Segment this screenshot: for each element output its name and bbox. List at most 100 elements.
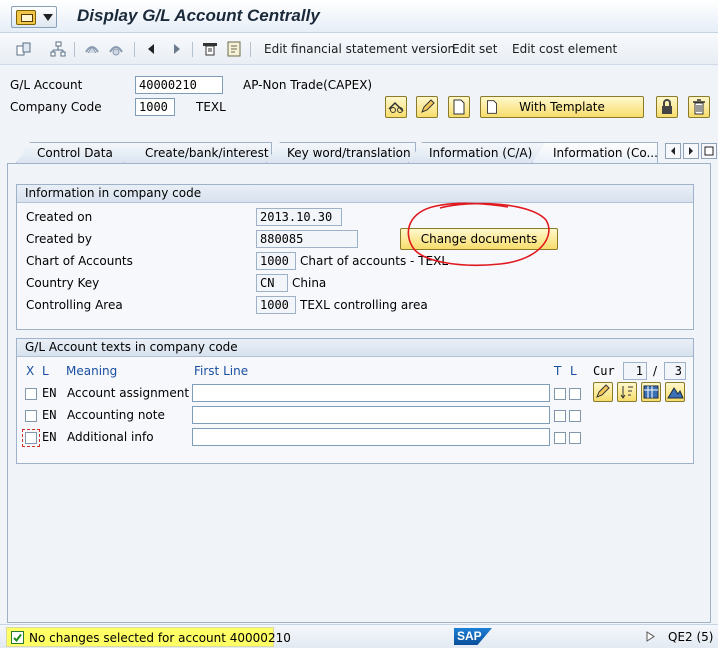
tab-create-bank-interest[interactable]: Create/bank/interest: [124, 142, 272, 163]
tab-label: Key word/translation: [287, 146, 411, 160]
row-first-line-field[interactable]: [192, 428, 550, 446]
edit-cost-element-button[interactable]: Edit cost element: [512, 42, 617, 56]
edit-set-button[interactable]: Edit set: [452, 42, 497, 56]
toolbar-separator: [250, 42, 251, 57]
row-select-checkbox[interactable]: [25, 388, 37, 400]
gl-account-description: AP-Non Trade(CAPEX): [243, 78, 373, 92]
row-t-checkbox[interactable]: [554, 388, 566, 400]
tab-list-icon: [704, 146, 714, 156]
column-first-line-header: First Line: [194, 364, 249, 378]
gl-account-field[interactable]: 40000210: [135, 76, 223, 94]
title-bar: Display G/L Account Centrally: [0, 0, 718, 33]
with-template-button[interactable]: With Template: [480, 96, 644, 118]
sort-icon: [620, 386, 633, 399]
row-language: EN: [42, 408, 57, 422]
row-l-checkbox[interactable]: [569, 388, 581, 400]
column-x-header: X: [26, 364, 35, 378]
row-first-line-field[interactable]: [192, 384, 550, 402]
glasses-icon: [388, 101, 404, 113]
annotation-circle: [407, 202, 550, 266]
document-icon[interactable]: [226, 41, 242, 57]
tab-list-button[interactable]: [701, 143, 717, 159]
company-code-field[interactable]: 1000: [135, 98, 175, 116]
block-button[interactable]: [656, 96, 678, 118]
row-first-line-field[interactable]: [192, 406, 550, 424]
row-l-checkbox[interactable]: [569, 432, 581, 444]
tab-information-cocode[interactable]: Information (Co...: [532, 142, 658, 163]
created-on-label: Created on: [26, 210, 93, 224]
status-bar: No changes selected for account 40000210…: [0, 624, 718, 648]
current-row-field[interactable]: 1: [623, 362, 647, 380]
tab-strip: Control Data Create/bank/interest Key wo…: [0, 142, 718, 164]
row-language: EN: [42, 386, 57, 400]
hierarchy-icon[interactable]: [50, 41, 66, 57]
next-icon[interactable]: [168, 41, 184, 57]
tab-control-data[interactable]: Control Data: [16, 142, 138, 163]
table-settings-button[interactable]: [641, 382, 661, 402]
chevron-left-icon: [671, 147, 675, 155]
table-icon: [643, 385, 659, 399]
created-on-field: 2013.10.30: [256, 208, 342, 226]
row-language: EN: [42, 430, 57, 444]
column-t-header: T: [554, 364, 562, 378]
chart-of-accounts-label: Chart of Accounts: [26, 254, 133, 268]
sap-logo: SAP: [454, 628, 492, 645]
controlling-area-field: 1000: [256, 296, 296, 314]
chevron-down-icon: [43, 14, 53, 21]
status-message[interactable]: No changes selected for account 40000210: [6, 627, 291, 647]
sort-button[interactable]: [617, 382, 637, 402]
created-by-field: 880085: [256, 230, 358, 248]
row-l-checkbox[interactable]: [569, 410, 581, 422]
create-button[interactable]: [448, 96, 470, 118]
tab-information-ca[interactable]: Information (C/A): [408, 142, 548, 163]
relations-icon[interactable]: [108, 41, 124, 57]
where-used-icon[interactable]: [84, 41, 100, 57]
tab-label: Create/bank/interest: [145, 146, 269, 160]
blank-document-icon: [453, 99, 465, 115]
row-select-checkbox[interactable]: [22, 429, 40, 447]
delete-button[interactable]: [688, 96, 710, 118]
system-info[interactable]: QE2 (5): [668, 630, 713, 644]
mountain-icon: [667, 387, 684, 399]
tab-scroll-left-button[interactable]: [665, 143, 681, 159]
other-object-icon[interactable]: [16, 41, 32, 57]
graphic-button[interactable]: [665, 382, 685, 402]
status-expand-icon[interactable]: [646, 631, 655, 642]
tab-label: Information (Co...: [553, 146, 658, 160]
total-rows-field: 3: [664, 362, 686, 380]
previous-icon[interactable]: [144, 41, 160, 57]
edit-text-icon: [596, 384, 610, 398]
chevron-right-icon: [689, 147, 693, 155]
company-code-description: TEXL: [196, 100, 226, 114]
success-check-icon: [11, 631, 24, 644]
column-meaning-header: Meaning: [66, 364, 118, 378]
slash-separator: /: [653, 364, 658, 378]
toolbar-separator: [192, 42, 193, 57]
template-document-icon: [487, 100, 497, 114]
edit-fs-version-button[interactable]: Edit financial statement version: [264, 42, 455, 56]
with-template-label: With Template: [519, 100, 605, 114]
country-key-label: Country Key: [26, 276, 100, 290]
tab-key-word-translation[interactable]: Key word/translation: [266, 142, 416, 163]
system-menu-button[interactable]: [11, 6, 57, 28]
row-t-checkbox[interactable]: [554, 432, 566, 444]
country-key-field: CN: [256, 274, 288, 292]
edit-text-button[interactable]: [593, 382, 613, 402]
toolbar-separator: [74, 42, 75, 57]
tab-scroll-right-button[interactable]: [683, 143, 699, 159]
display-change-button[interactable]: [385, 96, 407, 118]
cursor-label: Cur: [593, 364, 615, 378]
country-description: China: [292, 276, 327, 290]
print-icon[interactable]: [202, 41, 218, 57]
edit-button[interactable]: [416, 96, 438, 118]
row-select-checkbox[interactable]: [25, 410, 37, 422]
created-by-label: Created by: [26, 232, 93, 246]
company-code-label: Company Code: [10, 100, 102, 114]
row-t-checkbox[interactable]: [554, 410, 566, 422]
group-title: G/L Account texts in company code: [17, 339, 693, 357]
lock-icon: [662, 99, 672, 114]
tab-label: Information (C/A): [429, 146, 533, 160]
trash-icon: [693, 99, 705, 115]
pencil-icon: [421, 99, 435, 113]
application-toolbar: Edit financial statement version Edit se…: [0, 33, 718, 65]
